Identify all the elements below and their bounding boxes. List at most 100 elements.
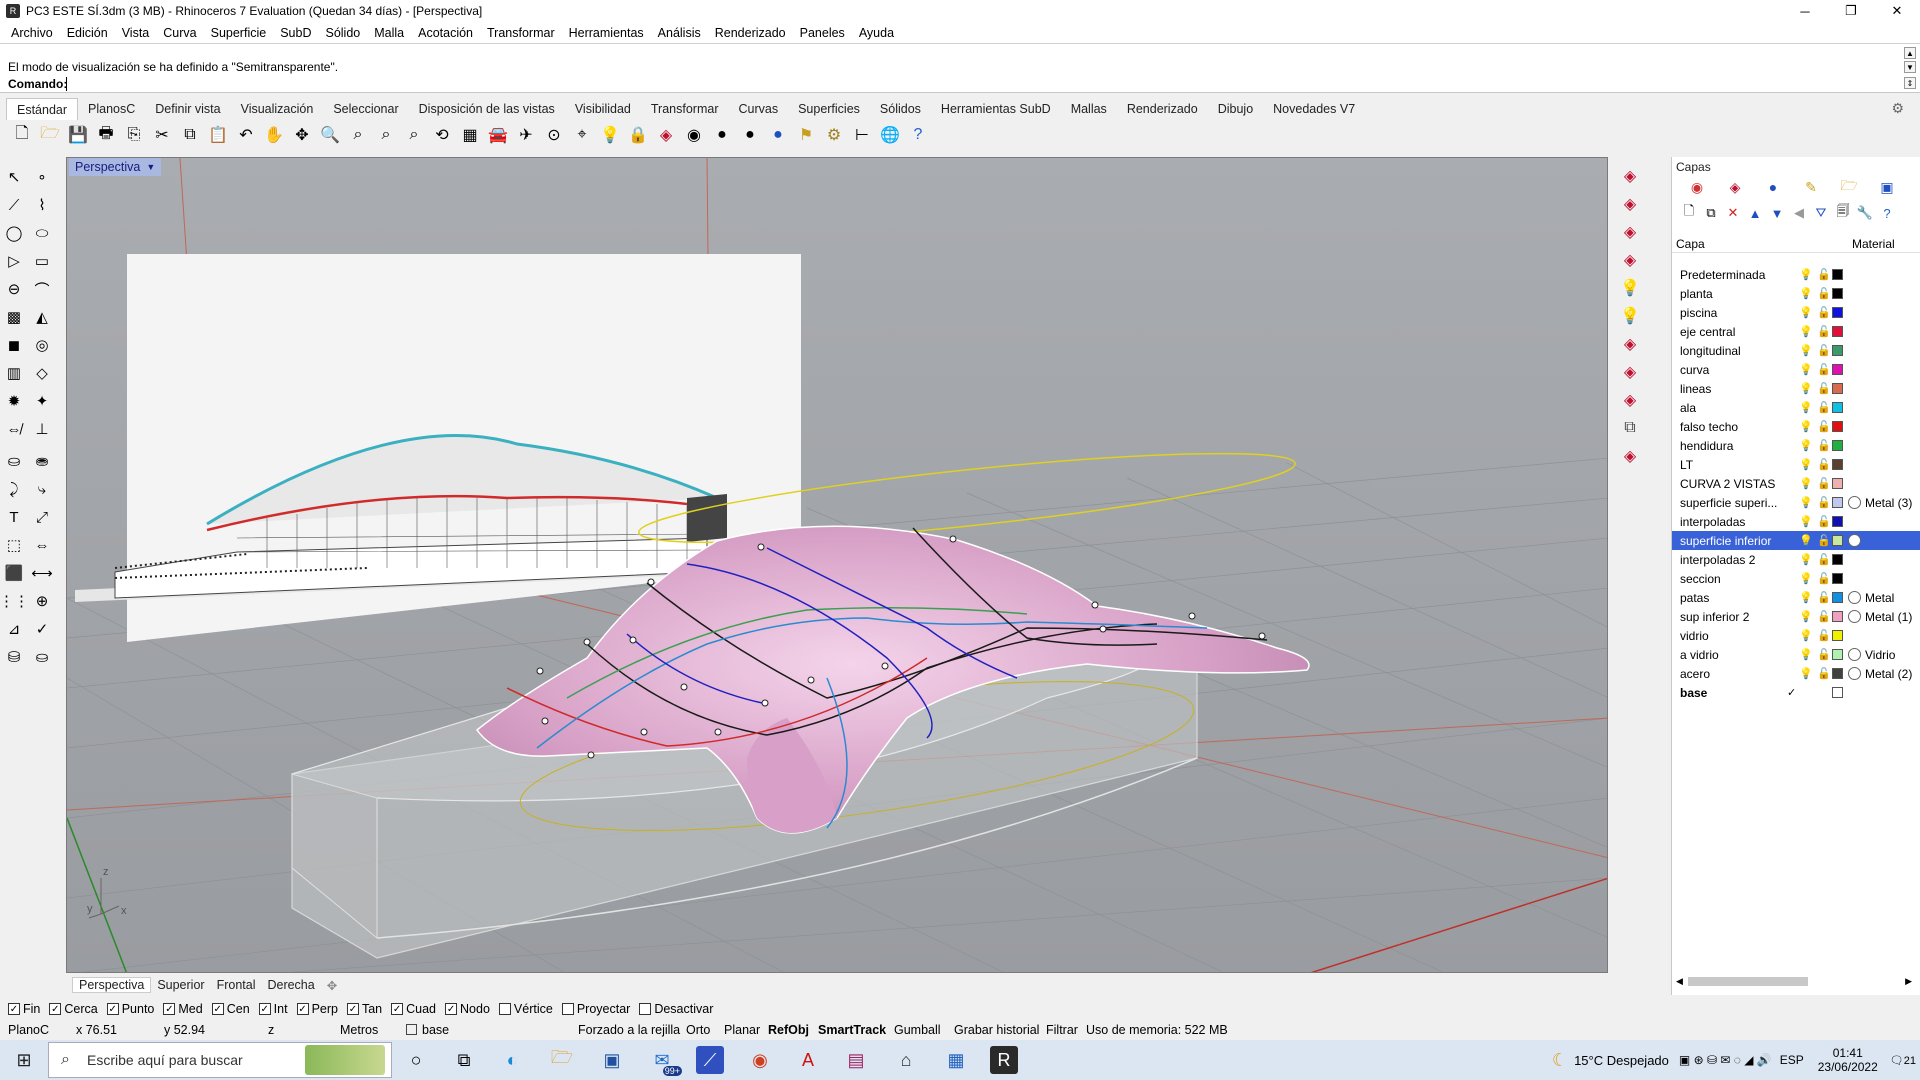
- ungroup-icon[interactable]: ⛂: [30, 450, 54, 472]
- render-flag-icon[interactable]: ⚑: [794, 123, 818, 147]
- layer-row[interactable]: CURVA 2 VISTAS 💡 🔓: [1672, 474, 1920, 493]
- cplane-icon[interactable]: ✈: [514, 123, 538, 147]
- layer-color-swatch[interactable]: [1832, 383, 1843, 394]
- checkbox[interactable]: ✓: [49, 1003, 62, 1015]
- lock-icon[interactable]: 🔓: [1817, 572, 1831, 585]
- light-bulb-icon[interactable]: 💡: [1799, 610, 1813, 623]
- light-bulb-icon[interactable]: 💡: [1799, 629, 1813, 642]
- light-bulb-icon[interactable]: 💡: [1799, 401, 1813, 414]
- light-bulb-icon[interactable]: 💡: [1799, 553, 1813, 566]
- status-filter[interactable]: Filtrar: [1046, 1023, 1078, 1037]
- layer-match-icon[interactable]: ◈: [1616, 360, 1644, 384]
- layer-name[interactable]: piscina: [1680, 306, 1778, 320]
- osnap-tan[interactable]: ✓ Tan: [346, 1002, 382, 1016]
- perspective-viewport[interactable]: y z x Perspectiva ▼: [66, 157, 1608, 973]
- menu-subd[interactable]: SubD: [273, 26, 318, 40]
- tab-estandar[interactable]: Estándar: [6, 97, 79, 120]
- checkbox[interactable]: ✓: [346, 1003, 359, 1015]
- solid-box-icon[interactable]: ⬛: [2, 562, 26, 584]
- network-app-icon[interactable]: ⌂: [892, 1046, 920, 1074]
- layer-row[interactable]: planta 💡 🔓: [1672, 284, 1920, 303]
- layer-name[interactable]: acero: [1680, 667, 1778, 681]
- notification-center-icon[interactable]: 🗨21: [1890, 1054, 1916, 1067]
- export-icon[interactable]: ⎘: [122, 123, 146, 147]
- lock-icon[interactable]: 🔓: [1817, 287, 1831, 300]
- box-icon[interactable]: ◼: [2, 334, 26, 356]
- layer-material[interactable]: Vidrio: [1848, 648, 1895, 662]
- fillet-icon[interactable]: ⤸: [2, 478, 26, 500]
- surface-points-icon[interactable]: ▩: [2, 306, 26, 328]
- layer-row[interactable]: curva 💡 🔓: [1672, 360, 1920, 379]
- layer-color-swatch[interactable]: [1832, 592, 1843, 603]
- tab-mallas[interactable]: Mallas: [1061, 102, 1117, 116]
- layer-name[interactable]: LT: [1680, 458, 1778, 472]
- layer-name[interactable]: superficie superi...: [1680, 496, 1778, 510]
- layers-hscroll[interactable]: ◀ ▶: [1676, 974, 1912, 988]
- layer-color-swatch[interactable]: [1832, 459, 1843, 470]
- surface-edge-icon[interactable]: ◭: [30, 306, 54, 328]
- light-bulb-icon[interactable]: 💡: [598, 123, 622, 147]
- layer-name[interactable]: longitudinal: [1680, 344, 1778, 358]
- layer-name[interactable]: planta: [1680, 287, 1778, 301]
- layer-color-swatch[interactable]: [1832, 668, 1843, 679]
- menu-acotacion[interactable]: Acotación: [411, 26, 480, 40]
- array-icon[interactable]: ⋮⋮: [0, 590, 29, 612]
- layer-row[interactable]: falso techo 💡 🔓: [1672, 417, 1920, 436]
- layer-row[interactable]: ala 💡 🔓: [1672, 398, 1920, 417]
- dimension-icon[interactable]: ⊢: [850, 123, 874, 147]
- layer-name[interactable]: Predeterminada: [1680, 268, 1778, 282]
- light-bulb-icon[interactable]: 💡: [1799, 363, 1813, 376]
- light-bulb-icon[interactable]: 💡: [1799, 648, 1813, 661]
- layer-row[interactable]: sup inferior 2 💡 🔓 Metal (1): [1672, 607, 1920, 626]
- clock[interactable]: 01:41 23/06/2022: [1818, 1046, 1878, 1074]
- check-icon[interactable]: ✓: [30, 618, 54, 640]
- print-icon[interactable]: 🖶: [94, 123, 118, 147]
- mesh-plane-icon[interactable]: ◇: [30, 362, 54, 384]
- layer-name[interactable]: ala: [1680, 401, 1778, 415]
- layer-name[interactable]: superficie inferior: [1680, 534, 1778, 548]
- command-dropdown[interactable]: ⇕: [1904, 77, 1916, 89]
- light-bulb-icon[interactable]: 💡: [1799, 458, 1813, 471]
- layer-color-swatch[interactable]: [1832, 554, 1843, 565]
- layers-tab-icon[interactable]: ◈: [1716, 177, 1754, 197]
- wrench-icon[interactable]: 🔧: [1854, 203, 1876, 223]
- checkbox[interactable]: ✓: [258, 1003, 271, 1015]
- layer-row[interactable]: longitudinal 💡 🔓: [1672, 341, 1920, 360]
- layer-copy-icon[interactable]: ◈: [1616, 388, 1644, 412]
- tab-disposicion[interactable]: Disposición de las vistas: [409, 102, 565, 116]
- mail-icon[interactable]: ✉ 99+: [648, 1046, 682, 1076]
- materials-tab-icon[interactable]: ✎: [1792, 177, 1830, 197]
- osnap-perp[interactable]: ✓ Perp: [296, 1002, 338, 1016]
- display-tab-icon[interactable]: ▣: [1868, 177, 1906, 197]
- text-icon[interactable]: T: [2, 506, 26, 528]
- layer-name[interactable]: sup inferior 2: [1680, 610, 1778, 624]
- trim-icon[interactable]: ⊥: [30, 418, 54, 440]
- dimension-tool-icon[interactable]: ⤢: [30, 506, 54, 528]
- light-bulb-icon[interactable]: 💡: [1799, 344, 1813, 357]
- layer-material[interactable]: [1848, 534, 1865, 547]
- undo-icon[interactable]: ↶: [234, 123, 258, 147]
- render-tab-icon[interactable]: ●: [1754, 177, 1792, 197]
- layer-color-swatch[interactable]: [1832, 307, 1843, 318]
- lock-icon[interactable]: 🔓: [1817, 629, 1831, 642]
- rotate-view-icon[interactable]: ⟲: [430, 123, 454, 147]
- task-view-icon[interactable]: ⧉: [450, 1046, 478, 1074]
- layer-row[interactable]: base ✓: [1672, 683, 1920, 702]
- analyze-icon[interactable]: ⊿: [2, 618, 26, 640]
- copy-icon[interactable]: ⧉: [178, 123, 202, 147]
- layer-row[interactable]: superficie superi... 💡 🔓 Metal (3): [1672, 493, 1920, 512]
- zoom-window-icon[interactable]: ⌕: [346, 123, 370, 147]
- layer-row[interactable]: patas 💡 🔓 Metal: [1672, 588, 1920, 607]
- lock-icon[interactable]: 🔓: [1817, 268, 1831, 281]
- layer-color-swatch[interactable]: [1832, 421, 1843, 432]
- osnap-fin[interactable]: ✓ Fin: [8, 1002, 40, 1016]
- status-gumball[interactable]: Gumball: [894, 1023, 941, 1037]
- help-icon[interactable]: ?: [906, 123, 930, 147]
- rectangle-icon[interactable]: ▭: [30, 250, 54, 272]
- tab-renderizado[interactable]: Renderizado: [1117, 102, 1208, 116]
- status-layer[interactable]: base: [422, 1023, 449, 1037]
- layer-row[interactable]: eje central 💡 🔓: [1672, 322, 1920, 341]
- chrome-icon[interactable]: ◉: [746, 1046, 774, 1074]
- layer-color-swatch[interactable]: [1832, 288, 1843, 299]
- properties-tab-icon[interactable]: ◉: [1678, 177, 1716, 197]
